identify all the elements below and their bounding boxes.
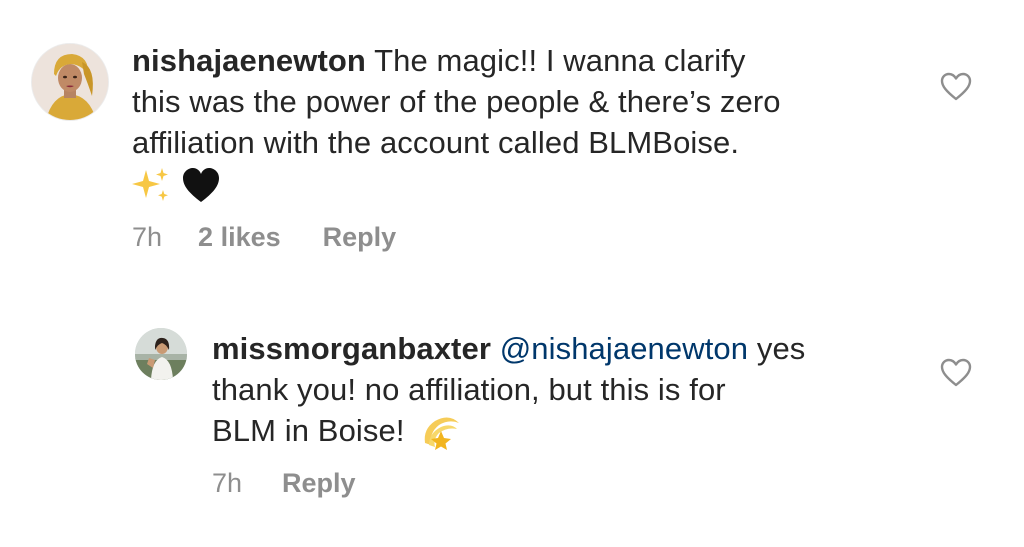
reply-button[interactable]: Reply xyxy=(282,468,356,499)
comment-1: nishajaenewton The magic!! I wanna clari… xyxy=(0,0,1024,280)
comment-line-3-text: BLM in Boise! xyxy=(212,413,405,448)
comment-text: nishajaenewton The magic!! I wanna clari… xyxy=(132,40,932,204)
comment-meta: 7h 2 likes Reply xyxy=(132,222,396,253)
comment-2: missmorganbaxter @nishajaenewton yes tha… xyxy=(0,300,1024,520)
black-heart-emoji-icon xyxy=(182,167,219,202)
sparkles-emoji-icon xyxy=(132,167,168,201)
username[interactable]: missmorganbaxter xyxy=(212,331,491,366)
heart-outline-icon[interactable] xyxy=(940,72,972,107)
heart-outline-icon[interactable] xyxy=(940,358,972,393)
timestamp: 7h xyxy=(212,468,243,498)
comment-line-2: thank you! no affiliation, but this is f… xyxy=(212,372,726,407)
comment-text: missmorganbaxter @nishajaenewton yes tha… xyxy=(212,328,912,453)
timestamp: 7h xyxy=(132,222,163,252)
comment-line-1: The magic!! I wanna clarify xyxy=(374,43,746,78)
dizzy-emoji-icon xyxy=(424,417,460,450)
avatar[interactable] xyxy=(32,44,108,120)
comment-line-3: BLM in Boise! xyxy=(212,410,912,453)
comment-line-3: affiliation with the account called BLMB… xyxy=(132,125,740,160)
comment-meta: 7h Reply xyxy=(212,468,356,499)
comment-line-1: yes xyxy=(756,331,806,366)
likes-count[interactable]: 2 likes xyxy=(198,222,281,253)
emoji-row xyxy=(132,163,932,204)
username[interactable]: nishajaenewton xyxy=(132,43,366,78)
mention-link[interactable]: @nishajaenewton xyxy=(500,331,748,366)
reply-button[interactable]: Reply xyxy=(323,222,397,253)
avatar[interactable] xyxy=(135,328,187,380)
comment-line-2: this was the power of the people & there… xyxy=(132,84,781,119)
